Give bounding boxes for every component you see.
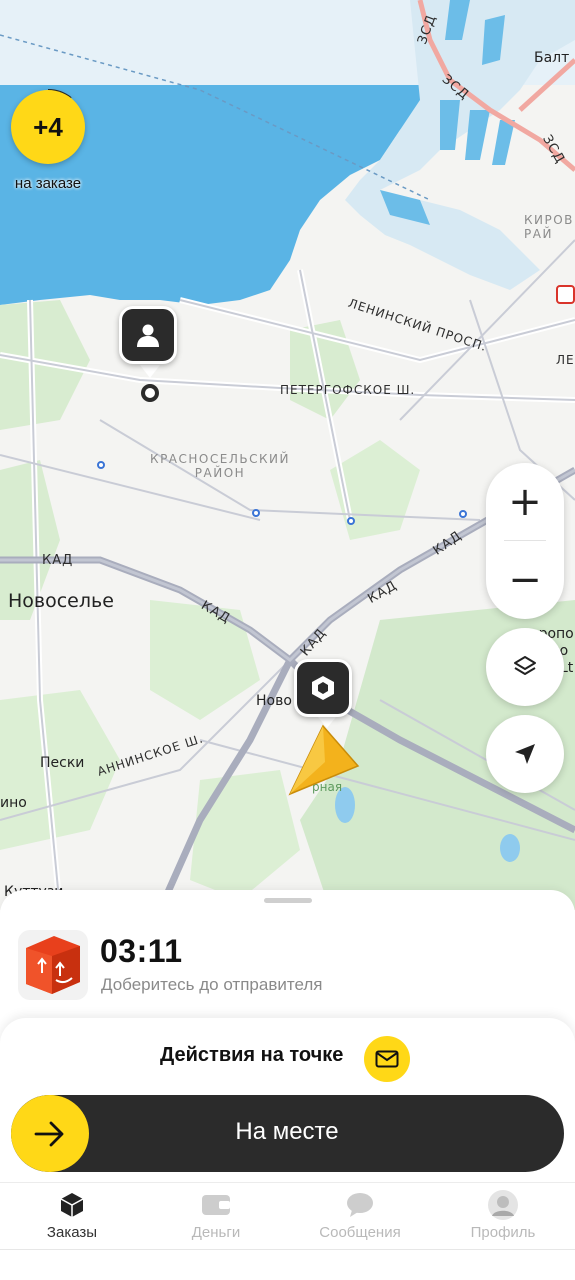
extra-orders-caption: на заказе (14, 175, 82, 192)
sender-pin[interactable] (119, 306, 177, 364)
plus-icon: + (508, 479, 542, 525)
place-label-novo: Ново (256, 693, 292, 709)
arrived-slider-label: На месте (235, 1118, 339, 1145)
extra-orders-count: +4 (33, 111, 63, 142)
tab-messages[interactable]: Сообщения (300, 1190, 420, 1246)
sheet-grabber[interactable] (264, 898, 312, 903)
order-instruction: Доберитесь до отправителя (101, 975, 323, 994)
place-label-ino: ино (0, 795, 27, 811)
road-label-le: ЛЕ (556, 353, 575, 367)
tab-money-label: Деньги (191, 1224, 241, 1241)
place-label-balt: Балт (534, 50, 570, 66)
district-label-krasnoselsky: КРАСНОСЕЛЬСКИЙ РАЙОН (150, 452, 290, 480)
locate-button[interactable] (486, 715, 564, 793)
slider-knob[interactable] (11, 1095, 89, 1172)
road-label-kad: КАД (42, 553, 74, 568)
parcel-icon (18, 930, 88, 1000)
zoom-controls: + − (486, 463, 564, 619)
person-icon (137, 324, 159, 347)
wallet-icon (202, 1195, 230, 1215)
tab-messages-label: Сообщения (319, 1224, 401, 1241)
tab-orders-label: Заказы (46, 1224, 98, 1241)
tab-profile-label: Профиль (470, 1224, 536, 1241)
point-actions-title[interactable]: Действия на точке (160, 1044, 343, 1067)
package-pin[interactable] (294, 659, 352, 717)
tab-money[interactable]: Деньги (156, 1190, 276, 1246)
traffic-camera-icon (556, 285, 575, 304)
locate-arrow-icon (515, 744, 535, 764)
layers-icon (514, 656, 536, 675)
place-label-peski: Пески (40, 755, 85, 771)
tab-profile[interactable]: Профиль (443, 1190, 563, 1246)
navigation-arrow-icon (288, 724, 360, 796)
avatar (488, 1190, 518, 1220)
layers-button[interactable] (486, 628, 564, 706)
zoom-out-button[interactable]: − (486, 541, 564, 619)
system-nav-bar (0, 1250, 575, 1280)
envelope-icon (375, 1050, 399, 1068)
minus-icon: − (508, 557, 542, 603)
chat-icon (347, 1193, 373, 1217)
box-icon (312, 676, 334, 700)
arrow-right-icon (34, 1121, 64, 1146)
place-label-novoselie: Новоселье (8, 590, 114, 612)
road-label-petergof: ПЕТЕРГОФСКОЕ Ш. (280, 383, 416, 397)
extra-orders-badge[interactable]: +4 (11, 90, 85, 164)
message-button[interactable] (364, 1036, 410, 1082)
zoom-in-button[interactable]: + (486, 463, 564, 541)
district-label-kirov: КИРОВ РАЙ (524, 213, 574, 241)
orders-box-icon (60, 1193, 84, 1217)
eta-timer: 03:11 (100, 933, 183, 969)
tab-orders[interactable]: Заказы (12, 1190, 132, 1246)
